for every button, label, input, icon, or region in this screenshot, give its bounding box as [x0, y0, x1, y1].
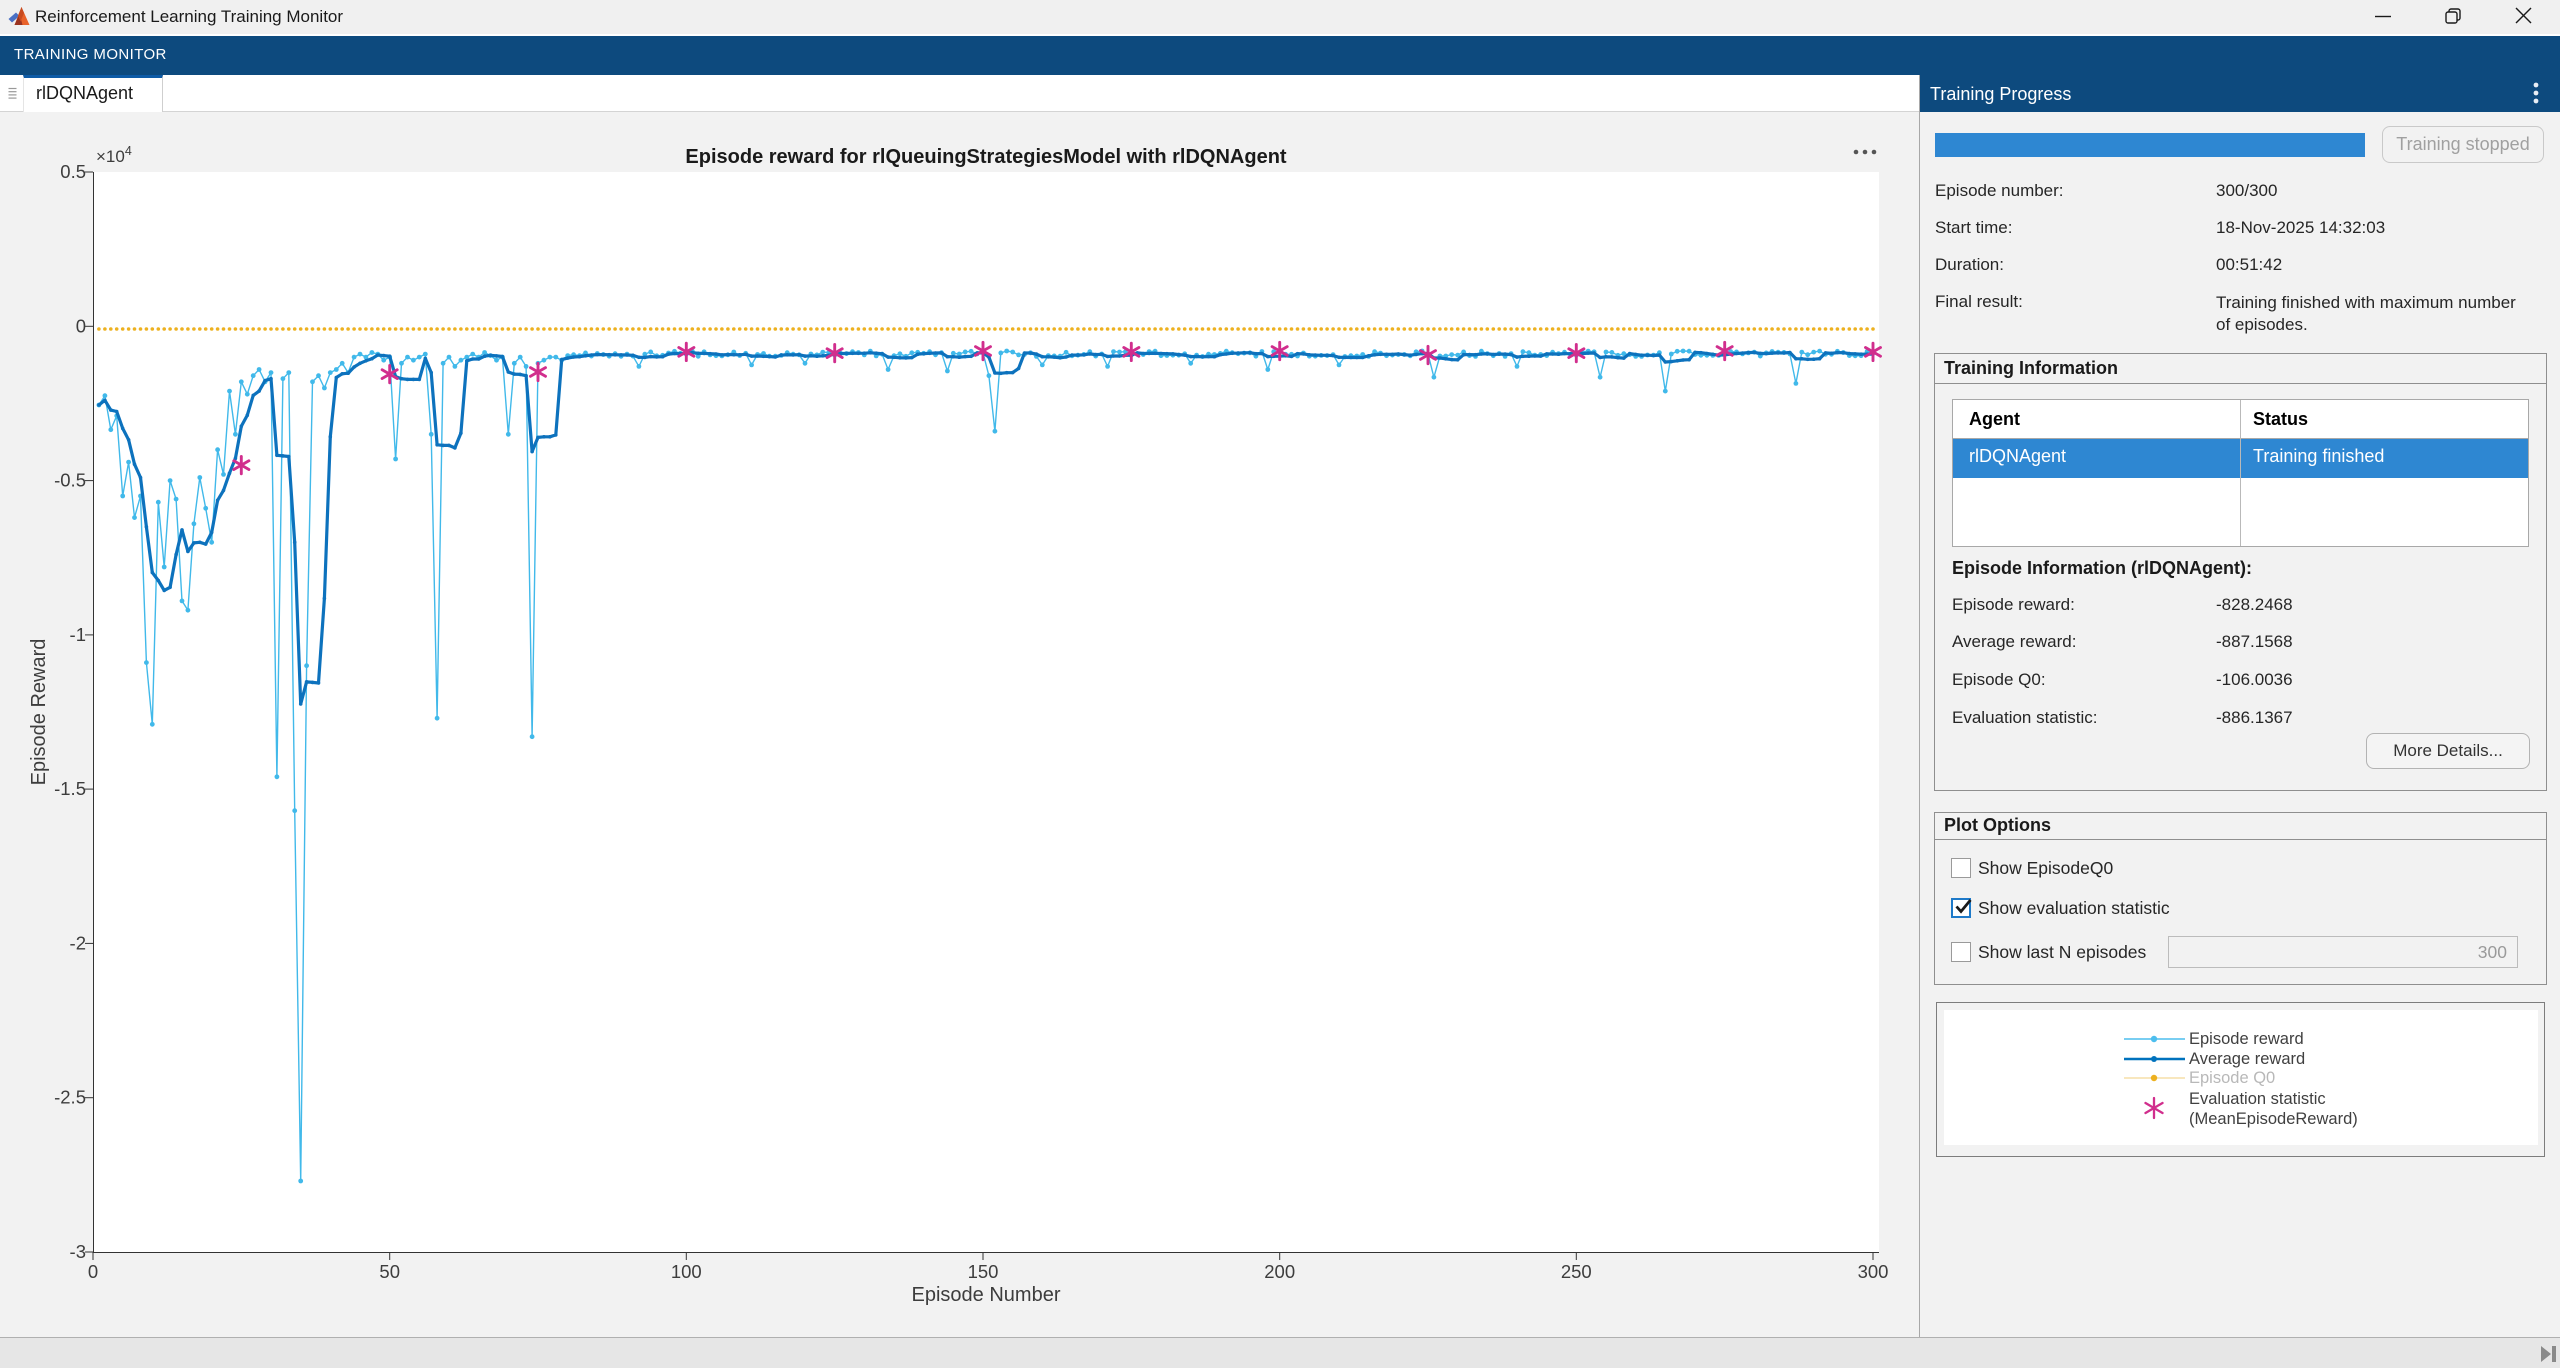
svg-text:100: 100	[671, 1261, 702, 1282]
svg-text:0.5: 0.5	[60, 161, 86, 182]
svg-text:-0.5: -0.5	[54, 470, 86, 491]
svg-text:-2.5: -2.5	[54, 1087, 86, 1108]
svg-text:-1: -1	[70, 624, 86, 645]
svg-text:250: 250	[1561, 1261, 1592, 1282]
svg-text:150: 150	[968, 1261, 999, 1282]
svg-text:-1.5: -1.5	[54, 778, 86, 799]
svg-text:0: 0	[76, 315, 86, 336]
svg-text:Episode Reward: Episode Reward	[28, 639, 50, 786]
svg-text:Episode reward for rlQueuingSt: Episode reward for rlQueuingStrategiesMo…	[685, 146, 1287, 168]
svg-text:300: 300	[1858, 1261, 1889, 1282]
svg-text:-3: -3	[70, 1241, 86, 1262]
svg-text:50: 50	[379, 1261, 400, 1282]
svg-text:200: 200	[1264, 1261, 1295, 1282]
svg-text:Episode Number: Episode Number	[912, 1284, 1061, 1306]
svg-text:0: 0	[88, 1261, 98, 1282]
svg-text:-2: -2	[70, 932, 86, 953]
